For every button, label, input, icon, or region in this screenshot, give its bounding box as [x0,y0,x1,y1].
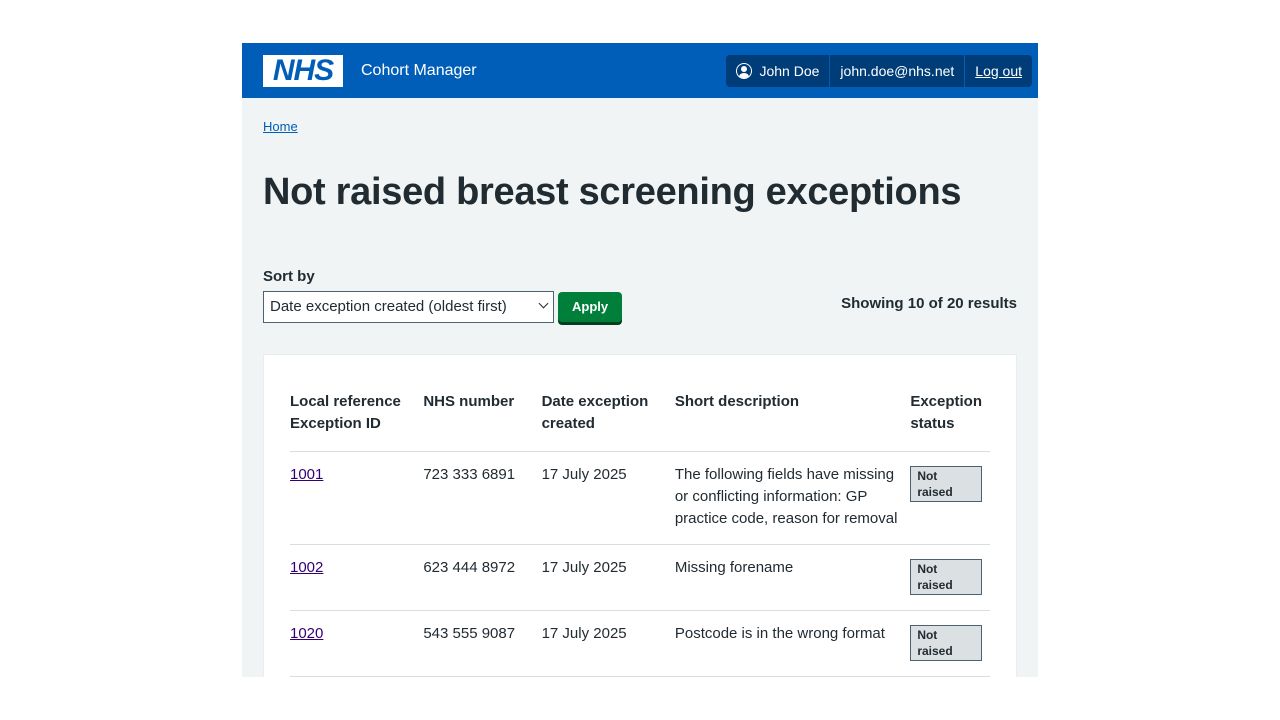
table-row: 1020 543 555 9087 17 July 2025 Postcode … [290,610,990,677]
date-cell: 17 July 2025 [541,451,675,545]
table-header-row: Local reference Exception ID NHS number … [290,380,990,452]
header-short-description: Short description [674,380,911,452]
date-cell: 17 July 2025 [541,610,675,677]
description-cell: Postcode is in the wrong format [674,610,911,677]
exception-id-link[interactable]: 1002 [290,559,323,576]
nhs-logo-text: NHS [272,53,334,87]
table-row: 1001 723 333 6891 17 July 2025 The follo… [290,451,990,545]
header-date-created: Date exception created [541,380,675,452]
user-circle-icon [736,62,753,79]
nhs-number-cell: 543 555 9087 [423,610,542,677]
header-local-reference: Local reference Exception ID [290,380,424,452]
exceptions-table: Local reference Exception ID NHS number … [290,380,990,677]
date-cell: 17 July 2025 [541,544,675,611]
results-count: Showing 10 of 20 results [841,294,1017,312]
table-row: 1002 623 444 8972 17 July 2025 Missing f… [290,544,990,611]
sort-selected-value: Date exception created (oldest first) [270,298,507,316]
sort-controls: Sort by Date exception created (oldest f… [263,268,1017,328]
site-header: NHS Cohort Manager John Doe john.doe@nhs… [242,43,1038,98]
apply-button[interactable]: Apply [558,291,623,322]
nhs-number-cell: 723 333 6891 [423,451,542,545]
sort-label: Sort by [263,267,315,285]
account-user: John Doe [726,55,829,87]
service-name[interactable]: Cohort Manager [361,62,477,80]
exceptions-card: Local reference Exception ID NHS number … [263,353,1017,677]
description-cell: Missing forename [674,544,911,611]
page-title: Not raised breast screening exceptions [263,171,962,213]
description-cell: The following fields have missing or con… [674,451,911,545]
logout-item: Log out [964,54,1032,87]
sort-select[interactable]: Date exception created (oldest first) [263,290,554,323]
account-nav: John Doe john.doe@nhs.net Log out [726,54,1032,87]
nhs-number-cell: 623 444 8972 [423,544,542,611]
exception-id-link[interactable]: 1020 [290,625,323,642]
app-frame: NHS Cohort Manager John Doe john.doe@nhs… [242,43,1038,677]
exception-id-link[interactable]: 1001 [290,466,323,483]
status-badge: Not raised [910,558,982,595]
account-email: john.doe@nhs.net [829,54,964,87]
chevron-down-icon [538,298,549,309]
nhs-logo[interactable]: NHS [263,53,343,87]
status-badge: Not raised [910,624,982,661]
status-badge: Not raised [910,465,982,502]
header-exception-status: Exception status [910,380,990,452]
logout-link[interactable]: Log out [975,63,1022,79]
user-name: John Doe [759,62,820,79]
breadcrumb-home-link[interactable]: Home [263,119,298,134]
user-email: john.doe@nhs.net [840,62,955,79]
main-content: Home Not raised breast screening excepti… [242,98,1038,677]
header-nhs-number: NHS number [423,380,542,452]
